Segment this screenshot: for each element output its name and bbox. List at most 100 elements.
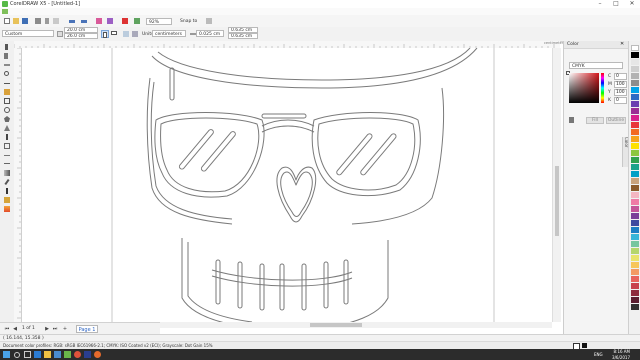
hue-slider[interactable] (601, 73, 604, 103)
next-page-button[interactable]: ▶ (44, 326, 50, 332)
open-button[interactable] (12, 17, 20, 25)
polygon-tool[interactable] (3, 116, 11, 122)
maximize-button[interactable]: □ (608, 0, 624, 8)
system-tray[interactable]: 8:16 AM 3/6/2017 (612, 349, 630, 360)
zoom-tool[interactable] (3, 71, 11, 77)
palette-swatch[interactable] (631, 241, 639, 247)
palette-swatch[interactable] (631, 248, 639, 254)
import-button[interactable] (95, 17, 103, 25)
fill-button[interactable]: Fill (586, 117, 604, 124)
color-picker-area[interactable] (569, 73, 599, 103)
channel-c-field[interactable]: 0 (614, 73, 627, 80)
palette-swatch[interactable] (631, 73, 639, 79)
units-dropdown[interactable]: centimeters (152, 30, 186, 37)
palette-swatch[interactable] (631, 80, 639, 86)
prev-page-button[interactable]: ◀ (12, 326, 18, 332)
close-button[interactable]: ✕ (624, 0, 640, 8)
new-document-button[interactable] (3, 17, 11, 25)
nudge-distance-field[interactable]: 0.025 cm (196, 30, 224, 37)
palette-swatch[interactable] (631, 164, 639, 170)
palette-swatch[interactable] (631, 101, 639, 107)
palette-swatch[interactable] (631, 262, 639, 268)
palette-swatch[interactable] (631, 304, 639, 310)
add-page-button[interactable]: + (62, 326, 68, 332)
channel-k-field[interactable]: 0 (614, 97, 627, 104)
landscape-button[interactable] (110, 30, 118, 38)
palette-swatch[interactable] (631, 178, 639, 184)
palette-swatch[interactable] (631, 276, 639, 282)
palette-swatch[interactable] (631, 115, 639, 121)
palette-swatch[interactable] (631, 269, 639, 275)
media-player-icon[interactable] (94, 351, 101, 358)
vertical-scroll-thumb[interactable] (555, 166, 559, 236)
crop-tool[interactable] (3, 62, 11, 68)
ellipse-tool[interactable] (3, 107, 11, 113)
cut-button[interactable] (43, 17, 51, 25)
vertical-scrollbar[interactable] (552, 48, 561, 322)
shape-tool[interactable] (3, 53, 11, 59)
palette-swatch[interactable] (631, 59, 639, 65)
snap-settings-button[interactable] (205, 17, 213, 25)
palette-swatch[interactable] (631, 129, 639, 135)
palette-swatch[interactable] (631, 192, 639, 198)
portrait-button[interactable] (101, 30, 109, 38)
channel-y-field[interactable]: 100 (614, 89, 627, 96)
document-menu-icon[interactable] (2, 9, 8, 14)
save-button[interactable] (21, 17, 29, 25)
page-tab[interactable]: Page 1 (76, 325, 98, 333)
file-explorer-icon[interactable] (44, 351, 51, 358)
palette-swatch[interactable] (631, 220, 639, 226)
palette-swatch[interactable] (631, 108, 639, 114)
palette-swatch[interactable] (631, 157, 639, 163)
edge-icon[interactable] (34, 351, 41, 358)
palette-swatch[interactable] (631, 143, 639, 149)
fill-tool[interactable] (3, 197, 11, 203)
interactive-fill-tool[interactable] (3, 206, 11, 212)
welcome-screen-button[interactable] (133, 17, 141, 25)
palette-swatch[interactable] (631, 227, 639, 233)
palette-swatch[interactable] (631, 234, 639, 240)
palette-swatch[interactable] (631, 94, 639, 100)
store-icon[interactable] (54, 351, 61, 358)
coreldraw-taskbar-icon[interactable] (64, 351, 71, 358)
palette-swatch[interactable] (631, 297, 639, 303)
last-page-button[interactable]: ⏭ (52, 326, 58, 332)
coreldraw-app-icon[interactable] (2, 1, 8, 7)
skull-drawing[interactable] (22, 48, 552, 322)
straight-line-connector-tool[interactable] (3, 161, 11, 167)
palette-swatch[interactable] (631, 122, 639, 128)
color-model-dropdown[interactable]: CMYK (569, 62, 623, 69)
palette-swatch[interactable] (631, 150, 639, 156)
snap-to-dropdown[interactable]: Snap to (180, 18, 197, 25)
table-tool[interactable] (3, 143, 11, 149)
outline-button[interactable]: Outline (606, 117, 626, 124)
palette-swatch[interactable] (631, 185, 639, 191)
first-page-button[interactable]: ⏮ (4, 326, 10, 332)
palette-swatch[interactable] (631, 290, 639, 296)
search-icon[interactable] (14, 351, 20, 358)
docker-close-icon[interactable]: ✕ (620, 41, 624, 48)
duplicate-distance-y-field[interactable]: 0.635 cm (228, 33, 258, 39)
palette-swatch[interactable] (631, 66, 639, 72)
language-indicator[interactable]: ENG (594, 352, 603, 357)
current-page-button[interactable] (131, 30, 139, 38)
pick-tool[interactable] (3, 44, 11, 50)
redo-button[interactable] (80, 17, 88, 25)
minimize-button[interactable]: – (592, 0, 608, 8)
vertical-ruler[interactable] (14, 48, 22, 322)
undo-button[interactable] (68, 17, 76, 25)
basic-shapes-tool[interactable] (3, 125, 11, 131)
copy-button[interactable] (52, 17, 60, 25)
palette-swatch[interactable] (631, 136, 639, 142)
palette-swatch[interactable] (631, 52, 639, 58)
blend-tool[interactable] (3, 170, 11, 176)
parallel-dimension-tool[interactable] (3, 152, 11, 158)
horizontal-scroll-thumb[interactable] (310, 323, 362, 327)
color-eyedropper-tool[interactable] (3, 178, 11, 186)
palette-swatch[interactable] (631, 283, 639, 289)
text-tool[interactable] (3, 134, 11, 140)
page-height-field[interactable]: 26.0 cm (64, 33, 98, 39)
outline-indicator[interactable] (582, 343, 587, 348)
outline-pen-tool[interactable] (3, 188, 11, 194)
palette-swatch[interactable] (631, 206, 639, 212)
